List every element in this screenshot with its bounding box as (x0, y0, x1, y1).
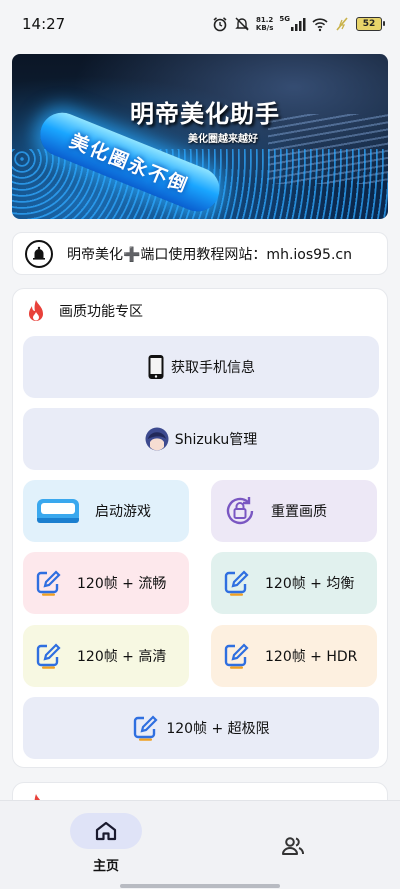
reset-quality-button[interactable]: 重置画质 (211, 480, 377, 542)
signal-icon (291, 18, 306, 31)
nav-home-tab[interactable] (70, 813, 142, 849)
reset-quality-label: 重置画质 (271, 504, 327, 520)
notice-card[interactable]: 明帝美化➕端口使用教程网站：mh.ios95.cn (12, 232, 388, 275)
get-phone-info-label: 获取手机信息 (171, 360, 255, 376)
banner-image[interactable]: 美化圈永不倒 明帝美化助手 美化圈越来越好 (12, 54, 388, 219)
nav-users-tab[interactable] (278, 831, 308, 861)
fps-smooth-label: 120帧 + 流畅 (77, 576, 167, 592)
network-speed: 81.2 KB/s (256, 16, 273, 32)
bottom-navigation: 主页 (0, 800, 400, 889)
fps-hdr-button[interactable]: 120帧 + HDR (211, 625, 377, 687)
banner-subtitle: 美化圈越来越好 (188, 134, 258, 145)
home-indicator[interactable] (120, 884, 280, 888)
get-phone-info-button[interactable]: 获取手机信息 (23, 336, 379, 398)
edit-icon (132, 714, 160, 742)
banner-title: 明帝美化助手 (130, 99, 280, 128)
reset-lock-icon (223, 494, 257, 528)
signal-5g-label: 5G (279, 15, 290, 23)
fps-smooth-button[interactable]: 120帧 + 流畅 (23, 552, 189, 614)
phone-icon (147, 354, 165, 380)
fps-balanced-button[interactable]: 120帧 + 均衡 (211, 552, 377, 614)
shizuku-manage-label: Shizuku管理 (174, 432, 258, 448)
status-bar: 14:27 81.2 KB/s 5G 52 (0, 0, 400, 48)
shizuku-manage-button[interactable]: Shizuku管理 (23, 408, 379, 470)
fire-icon (29, 300, 43, 321)
users-icon (282, 837, 304, 855)
status-time: 14:27 (22, 15, 66, 33)
bell-icon (25, 239, 53, 268)
fps-hdr-label: 120帧 + HDR (265, 649, 358, 665)
network-speed-unit: KB/s (255, 24, 274, 32)
notice-text: 明帝美化➕端口使用教程网站：mh.ios95.cn (67, 246, 352, 263)
section-title: 画质功能专区 (59, 304, 143, 320)
fps-ultra-label: 120帧 + 超极限 (166, 721, 270, 737)
fps-balanced-label: 120帧 + 均衡 (265, 576, 355, 592)
edit-icon (35, 569, 63, 597)
network-speed-value: 81.2 (255, 16, 274, 24)
home-icon (95, 821, 117, 841)
quality-section-card: 画质功能专区 获取手机信息 Shizuku管理 启动游戏 重置画质 120帧 +… (12, 288, 388, 768)
battery-level: 52 (362, 19, 376, 29)
launch-game-label: 启动游戏 (95, 504, 151, 520)
vr-goggles-icon (35, 494, 81, 528)
power-saving-icon (336, 17, 348, 31)
status-icons: 81.2 KB/s 5G 52 (212, 15, 385, 32)
edit-icon (35, 642, 63, 670)
edit-icon (223, 569, 251, 597)
nav-home-label[interactable]: 主页 (70, 855, 142, 874)
launch-game-button[interactable]: 启动游戏 (23, 480, 189, 542)
fps-ultra-button[interactable]: 120帧 + 超极限 (23, 697, 379, 759)
mute-bell-icon (235, 17, 249, 31)
section-header: 画质功能专区 (25, 299, 143, 323)
fps-hd-label: 120帧 + 高清 (77, 649, 167, 665)
edit-icon (223, 642, 251, 670)
wifi-icon (312, 18, 328, 32)
battery-indicator: 52 (356, 17, 385, 31)
shizuku-avatar-icon (145, 427, 169, 451)
fps-hd-button[interactable]: 120帧 + 高清 (23, 625, 189, 687)
alarm-icon (213, 17, 227, 32)
